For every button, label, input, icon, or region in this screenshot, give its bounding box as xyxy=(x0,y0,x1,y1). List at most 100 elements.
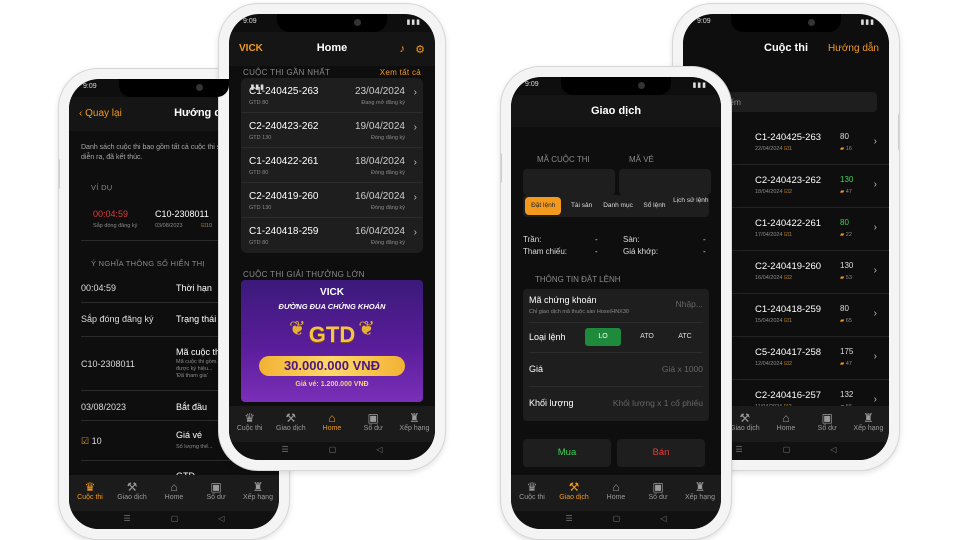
buy-button[interactable]: Mua xyxy=(523,439,611,467)
group-icon: ▰ xyxy=(840,318,845,324)
tab-label: Cuộc thi xyxy=(519,494,545,501)
contest-count: 80 xyxy=(840,304,849,313)
contest-item[interactable]: C1-240422-261 GTD 80 18/04/2024 Đóng đăn… xyxy=(241,148,423,183)
order-type-atc[interactable]: ATC xyxy=(667,328,703,346)
ceiling-label: Trần: xyxy=(523,235,542,244)
back-triangle-icon[interactable]: ◁ xyxy=(830,445,836,460)
contest-code: C2-240416-257 xyxy=(755,390,822,401)
tab-home[interactable]: ⌂ Home xyxy=(153,475,195,511)
tab-label: Home xyxy=(606,494,626,501)
price-input[interactable]: Giá x 1000 xyxy=(662,364,703,374)
tab-balance[interactable]: ▣ Số dư xyxy=(637,475,679,511)
menu-icon[interactable]: ☰ xyxy=(282,445,289,460)
example-slots-value: 10 xyxy=(205,223,213,229)
tab-home[interactable]: ⌂ Home xyxy=(311,406,352,442)
contest-code-select[interactable] xyxy=(523,169,615,195)
tab-order-book[interactable]: Sổ lệnh xyxy=(636,195,672,217)
symbol-row[interactable]: Mã chứng khoán Chỉ giao dịch mã thuộc sà… xyxy=(529,289,703,323)
floor-value: - xyxy=(703,235,706,244)
bell-icon[interactable]: ♪ xyxy=(400,43,406,55)
tab-portfolio[interactable]: Danh mục xyxy=(600,195,636,217)
home-square-icon[interactable]: ▢ xyxy=(783,445,791,460)
back-triangle-icon[interactable]: ◁ xyxy=(218,514,224,529)
example-status: Sắp đóng đăng ký xyxy=(93,223,138,229)
contest-date: 15/04/2024 ☑1 xyxy=(755,318,792,324)
home-square-icon[interactable]: ▢ xyxy=(329,445,337,460)
contest-count: 130 xyxy=(840,175,854,184)
back-button[interactable]: ‹ Quay lại xyxy=(79,108,122,119)
date-text: 22/04/2024 xyxy=(755,146,783,152)
contest-item[interactable]: C1-240418-259 GTD 80 16/04/2024 Đóng đăn… xyxy=(241,218,423,253)
reference-value: - xyxy=(595,247,598,256)
gear-icon[interactable]: ⚙ xyxy=(415,43,425,56)
contest-item[interactable]: C2-240423-262 GTD 130 19/04/2024 Đóng đă… xyxy=(241,113,423,148)
back-triangle-icon[interactable]: ◁ xyxy=(660,514,666,529)
meaning-label: Mã cuộc thi xyxy=(176,347,223,357)
tab-ranking[interactable]: ♜ Xếp hạng xyxy=(679,475,721,511)
meaning-value: 00:04:59 xyxy=(81,283,117,293)
volume-button xyxy=(59,159,60,189)
tab-home[interactable]: ⌂ Home xyxy=(595,475,637,511)
guide-link[interactable]: Hướng dẫn xyxy=(828,43,879,54)
tab-assets[interactable]: Tài sản xyxy=(563,195,599,217)
tab-contests[interactable]: ♛Cuộc thi xyxy=(69,475,111,511)
home-icon: ⌂ xyxy=(612,480,620,494)
home-square-icon[interactable]: ▢ xyxy=(171,514,179,529)
meaning-value: Sắp đóng đăng ký xyxy=(81,314,154,324)
contest-date: 19/04/2024 xyxy=(354,121,405,132)
symbol-input[interactable]: Nhập... xyxy=(676,299,703,309)
meaning-label: Giá vé xyxy=(176,430,203,440)
tab-place-order[interactable]: Đặt lệnh xyxy=(525,197,562,215)
see-all-link[interactable]: Xem tất cả xyxy=(380,68,421,77)
participants: ▰ 65 xyxy=(840,318,852,324)
quantity-input[interactable]: Khối lượng x 1 cổ phiếu xyxy=(613,398,703,408)
slots-text: 1 xyxy=(789,232,793,238)
back-triangle-icon[interactable]: ◁ xyxy=(376,445,382,460)
participants-text: 47 xyxy=(845,361,852,367)
trade-screen: 9:09 ▮▮▮ Giao dịch MÃ CUỘC THI MÃ VÉ Đặt… xyxy=(511,77,721,529)
prize-banner[interactable]: VICK ĐƯỜNG ĐUA CHỨNG KHOÁN ❦ GTD ❦ 30.00… xyxy=(241,280,423,402)
quantity-row[interactable]: Khối lượng Khối lượng x 1 cổ phiếu xyxy=(529,387,703,421)
contest-date: 16/04/2024 xyxy=(354,226,405,237)
menu-icon[interactable]: ☰ xyxy=(124,514,131,529)
menu-icon[interactable]: ☰ xyxy=(736,445,743,460)
sell-button[interactable]: Bán xyxy=(617,439,705,467)
tab-label: Home xyxy=(164,494,184,501)
tab-trade[interactable]: ⚒ Giao dịch xyxy=(553,475,595,511)
status-time: 9:09 xyxy=(83,83,97,90)
ticket-code-select[interactable] xyxy=(619,169,711,195)
menu-icon[interactable]: ☰ xyxy=(566,514,573,529)
tab-home[interactable]: ⌂ Home xyxy=(765,406,806,442)
recent-contest-list: C1-240425-263 GTD 80 23/04/2024 Đang mở … xyxy=(241,78,423,253)
home-square-icon[interactable]: ▢ xyxy=(613,514,621,529)
tab-trade[interactable]: ⚒ Giao dịch xyxy=(270,406,311,442)
ranking-icon: ♜ xyxy=(863,411,874,425)
contest-code: C2-240423-262 xyxy=(755,175,822,186)
group-icon: ▰ xyxy=(840,146,845,152)
order-type-ato[interactable]: ATO xyxy=(629,328,665,346)
tab-balance[interactable]: ▣ Số dư xyxy=(195,475,237,511)
tab-trade[interactable]: ⚒ Giao dịch xyxy=(111,475,153,511)
order-type-lo[interactable]: LO xyxy=(585,328,621,346)
home-screen: 9:09 ▮▮▮ VICK Home ♪ ⚙ CUỘC THI GẦN NHẤT… xyxy=(229,14,435,460)
wallet-icon: ▣ xyxy=(210,480,222,494)
contest-date: 18/04/2024 xyxy=(354,156,405,167)
contest-status: Đóng đăng ký xyxy=(371,170,405,176)
floor-label: Sàn: xyxy=(623,235,640,244)
contest-item[interactable]: C2-240419-260 GTD 130 16/04/2024 Đóng đă… xyxy=(241,183,423,218)
tab-ranking[interactable]: ♜ Xếp hạng xyxy=(848,406,889,442)
tab-ranking[interactable]: ♜ Xếp hạng xyxy=(237,475,279,511)
tab-contests[interactable]: ♛Cuộc thi xyxy=(229,406,270,442)
signal-icon: ▮▮▮ xyxy=(692,82,707,89)
gavel-icon: ⚒ xyxy=(568,480,580,494)
price-row[interactable]: Giá Giá x 1000 xyxy=(529,353,703,387)
tab-contests[interactable]: ♛Cuộc thi xyxy=(511,475,553,511)
participants-text: 47 xyxy=(845,189,852,195)
tab-label: Số dư xyxy=(363,425,383,432)
tab-balance[interactable]: ▣ Số dư xyxy=(353,406,394,442)
tab-label: Số dư xyxy=(817,425,837,432)
tab-ranking[interactable]: ♜ Xếp hạng xyxy=(394,406,435,442)
tab-balance[interactable]: ▣ Số dư xyxy=(807,406,848,442)
ticket-code-label: MÃ VÉ xyxy=(629,155,654,164)
tab-order-history[interactable]: Lịch sử lệnh xyxy=(673,195,709,217)
